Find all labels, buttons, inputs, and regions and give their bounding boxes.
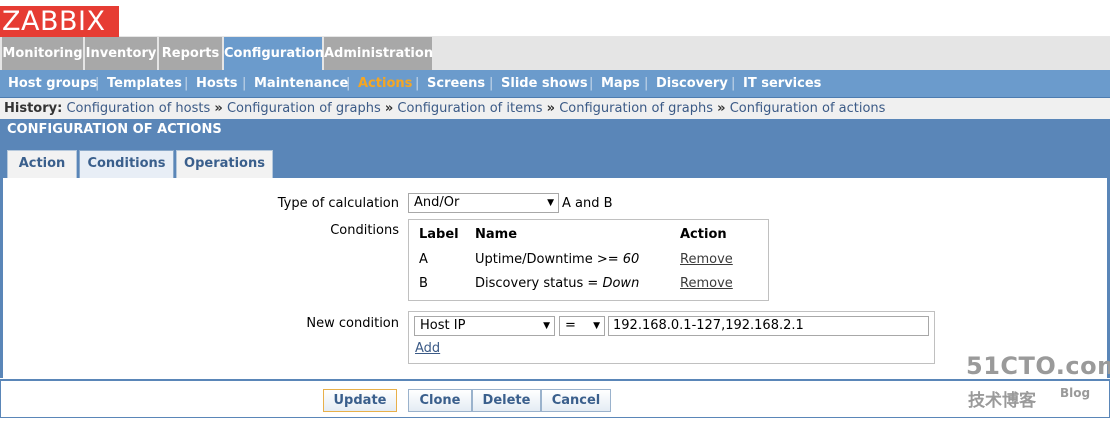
watermark-blog: Blog <box>1060 386 1091 400</box>
sub-menu-separator: | <box>95 76 100 91</box>
history-link[interactable]: Configuration of items <box>397 101 542 116</box>
sub-menu-hosts[interactable]: Hosts <box>196 70 238 97</box>
condition-operator-value: = <box>565 318 576 333</box>
condition-row-name: Discovery status = Down <box>475 276 640 291</box>
condition-value-input[interactable]: 192.168.0.1-127,192.168.2.1 <box>608 316 929 336</box>
condition-remove-link[interactable]: Remove <box>680 276 733 291</box>
sub-menu-maps[interactable]: Maps <box>601 70 640 97</box>
history-link[interactable]: Configuration of graphs <box>227 101 381 116</box>
history-link[interactable]: Configuration of hosts <box>66 101 210 116</box>
history-link[interactable]: Configuration of graphs <box>559 101 713 116</box>
clone-button[interactable]: Clone <box>408 389 472 412</box>
sub-menu-actions[interactable]: Actions <box>358 70 412 97</box>
tab-action[interactable]: Action <box>7 150 77 178</box>
update-button[interactable]: Update <box>323 389 397 412</box>
zabbix-logo[interactable]: ZABBIX <box>0 6 119 37</box>
main-menu-configuration[interactable]: Configuration <box>224 37 324 70</box>
sub-menu-discovery[interactable]: Discovery <box>656 70 728 97</box>
section-title: CONFIGURATION OF ACTIONS <box>0 119 1110 140</box>
history-separator: » <box>214 101 223 116</box>
type-of-calculation-label: Type of calculation <box>277 196 399 211</box>
watermark: 51CTO.com 技术博客 Blog <box>966 352 1110 412</box>
main-menu-inventory[interactable]: Inventory <box>85 37 157 70</box>
history-separator: » <box>717 101 726 116</box>
history-separator: » <box>384 101 394 116</box>
type-of-calculation-value: And/Or <box>414 195 460 210</box>
conditions-label: Conditions <box>330 223 399 238</box>
sub-menu-separator: | <box>731 76 736 91</box>
sub-menu-screens[interactable]: Screens <box>427 70 485 97</box>
sub-menu-slide-shows[interactable]: Slide shows <box>501 70 588 97</box>
main-menu: Monitoring Inventory Reports Configurati… <box>0 37 1110 70</box>
dropdown-arrow-icon: ▼ <box>543 321 550 331</box>
main-menu-administration[interactable]: Administration <box>324 37 433 70</box>
history-separator: » <box>546 101 556 116</box>
sub-menu-host-groups[interactable]: Host groups <box>8 70 97 97</box>
condition-type-select[interactable]: Host IP ▼ <box>414 316 555 336</box>
sub-menu: Host groups | Templates | Hosts | Mainte… <box>0 70 1110 98</box>
add-condition-link[interactable]: Add <box>415 341 440 356</box>
conditions-table: Label Name Action A Uptime/Downtime >= 6… <box>408 219 769 301</box>
history-breadcrumb: History: Configuration of hosts » Config… <box>0 98 1110 119</box>
conditions-header-action: Action <box>680 227 727 242</box>
new-condition-box: Host IP ▼ = ▼ 192.168.0.1-127,192.168.2.… <box>408 311 935 364</box>
sub-menu-separator: | <box>346 76 351 91</box>
sub-menu-separator: | <box>644 76 649 91</box>
condition-row-label: A <box>419 252 428 267</box>
conditions-header-label: Label <box>419 227 459 242</box>
condition-remove-link[interactable]: Remove <box>680 252 733 267</box>
history-link[interactable]: Configuration of actions <box>730 101 886 116</box>
condition-row-label: B <box>419 276 428 291</box>
calculation-expression: A and B <box>562 196 613 211</box>
form-footer: Update Clone Delete Cancel <box>0 379 1110 418</box>
sub-menu-separator: | <box>184 76 189 91</box>
conditions-header-name: Name <box>475 227 518 242</box>
tab-conditions[interactable]: Conditions <box>79 150 174 178</box>
watermark-sub: 技术博客 <box>968 391 1036 411</box>
sub-menu-separator: | <box>489 76 494 91</box>
sub-menu-maintenance[interactable]: Maintenance <box>254 70 348 97</box>
sub-menu-separator: | <box>415 76 420 91</box>
tab-operations[interactable]: Operations <box>176 150 273 178</box>
top-bar: ZABBIX <box>0 0 1110 37</box>
watermark-brand: 51CTO.com <box>966 352 1110 380</box>
type-of-calculation-select[interactable]: And/Or ▼ <box>408 193 559 213</box>
sub-menu-separator: | <box>589 76 594 91</box>
new-condition-label: New condition <box>306 316 399 331</box>
delete-button[interactable]: Delete <box>472 389 541 412</box>
history-label: History: <box>4 101 63 116</box>
main-menu-monitoring[interactable]: Monitoring <box>2 37 83 70</box>
dropdown-arrow-icon: ▼ <box>547 198 554 208</box>
cancel-button[interactable]: Cancel <box>541 389 611 412</box>
sub-menu-separator: | <box>242 76 247 91</box>
tabs-bar: Action Conditions Operations <box>0 140 1110 178</box>
conditions-form: Type of calculation And/Or ▼ A and B Con… <box>0 178 1110 378</box>
condition-type-value: Host IP <box>420 318 466 333</box>
condition-operator-select[interactable]: = ▼ <box>559 316 605 336</box>
dropdown-arrow-icon: ▼ <box>593 321 600 331</box>
main-menu-reports[interactable]: Reports <box>159 37 222 70</box>
sub-menu-templates[interactable]: Templates <box>107 70 182 97</box>
sub-menu-it-services[interactable]: IT services <box>743 70 821 97</box>
condition-row-name: Uptime/Downtime >= 60 <box>475 252 640 267</box>
